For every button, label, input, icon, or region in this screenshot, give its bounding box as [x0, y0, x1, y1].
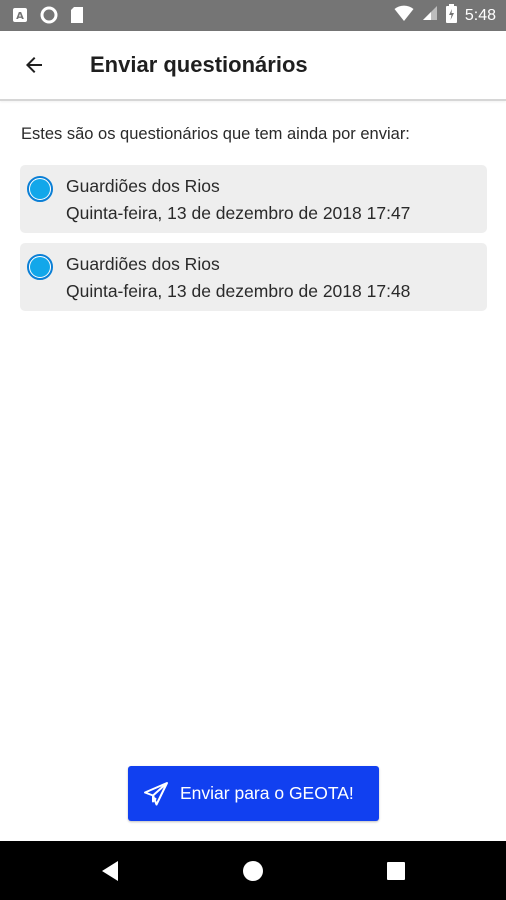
status-left-icons: A	[12, 6, 84, 29]
radio-dot	[30, 257, 50, 277]
sd-card-icon	[70, 6, 84, 29]
questionnaire-title: Guardiões dos Rios	[66, 176, 220, 196]
questionnaire-date: Quinta-feira, 13 de dezembro de 2018 17:…	[66, 203, 411, 223]
radio-dot	[30, 179, 50, 199]
home-circle-icon	[243, 860, 263, 881]
nav-back-button[interactable]	[70, 841, 150, 900]
battery-icon	[445, 3, 457, 28]
questionnaire-date: Quinta-feira, 13 de dezembro de 2018 17:…	[66, 281, 411, 301]
questionnaire-list: Guardiões dos Rios Quinta-feira, 13 de d…	[20, 165, 487, 321]
questionnaire-item[interactable]: Guardiões dos Rios Quinta-feira, 13 de d…	[20, 243, 487, 311]
wifi-icon	[394, 5, 414, 27]
back-triangle-icon	[102, 860, 118, 881]
back-button[interactable]	[14, 45, 54, 85]
signal-icon	[422, 5, 438, 26]
intro-text: Estes são os questionários que tem ainda…	[21, 125, 410, 143]
status-bar: A 5:48	[0, 0, 506, 31]
navigation-bar	[0, 841, 506, 900]
page-title: Enviar questionários	[90, 52, 308, 77]
svg-text:A: A	[16, 11, 24, 22]
radio-selected-icon[interactable]	[27, 254, 53, 280]
status-right-icons: 5:48	[394, 3, 496, 28]
nav-recents-button[interactable]	[356, 841, 436, 900]
nav-home-button[interactable]	[213, 841, 293, 900]
questionnaire-item[interactable]: Guardiões dos Rios Quinta-feira, 13 de d…	[20, 165, 487, 233]
recents-square-icon	[387, 861, 405, 880]
circle-icon	[40, 6, 58, 29]
send-button-label: Enviar para o GEOTA!	[180, 783, 354, 803]
radio-selected-icon[interactable]	[27, 176, 53, 202]
app-bar: Enviar questionários	[0, 31, 506, 101]
screen: A 5:48 Enviar questionários Estes são os…	[0, 0, 506, 900]
arrow-left-icon	[26, 57, 42, 73]
send-to-geota-button[interactable]: Enviar para o GEOTA!	[128, 766, 379, 821]
questionnaire-title: Guardiões dos Rios	[66, 254, 220, 274]
paper-plane-icon	[144, 782, 168, 806]
status-time: 5:48	[464, 7, 496, 24]
app-a-icon: A	[12, 7, 28, 28]
